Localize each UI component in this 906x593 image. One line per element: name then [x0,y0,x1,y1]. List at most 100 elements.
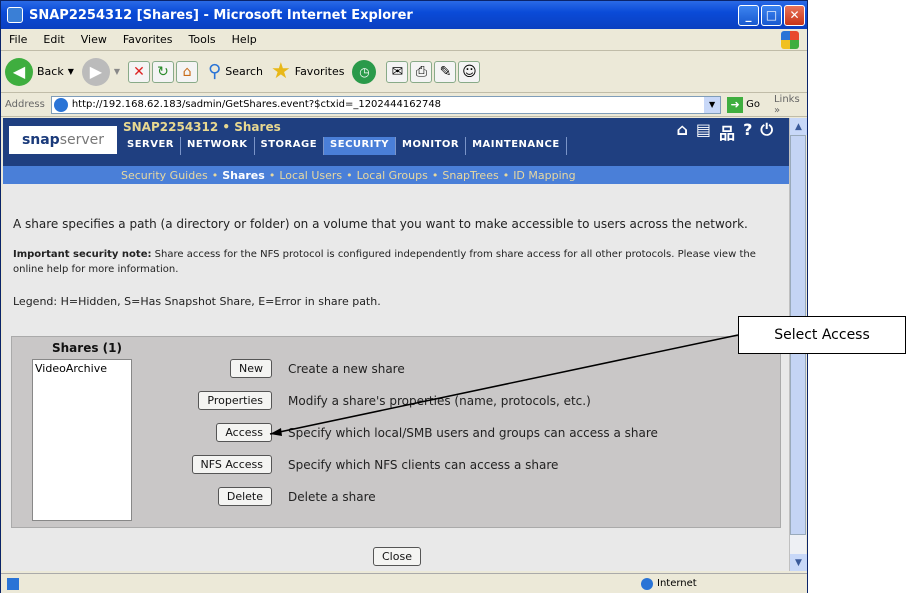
windows-logo-icon [781,31,799,49]
shares-header: Shares (1) [52,341,122,355]
server-icon[interactable]: ▤ [696,120,711,144]
toolbar: ◀ Back ▼ ▶ ▼ ✕ ↻ ⌂ ⚲ Search ★ Favorites … [1,51,807,93]
forward-button[interactable]: ▶ ▼ [81,57,121,86]
menu-file[interactable]: File [1,33,35,46]
sub-nav: Security Guides • Shares • Local Users •… [3,166,789,184]
back-button[interactable]: ◀ Back ▼ [5,57,74,86]
properties-desc: Modify a share's properties (name, proto… [288,393,591,408]
subnav-local-groups[interactable]: Local Groups [357,169,428,182]
search-icon: ⚲ [208,61,222,82]
shares-panel: Shares (1) VideoArchive New Create a new… [11,336,781,528]
refresh-icon[interactable]: ↻ [152,60,175,83]
nav-security[interactable]: SECURITY [324,137,397,155]
messenger-icon[interactable]: ☺ [458,60,481,83]
header-icons: ⌂ ▤ 品 ? ⏻ [668,120,773,144]
links-button[interactable]: Links » [774,94,807,116]
menu-tools[interactable]: Tools [181,33,224,46]
action-row-new: New Create a new share [142,359,742,378]
browser-window: SNAP2254312 [Shares] - Microsoft Interne… [0,0,808,593]
action-row-access: Access Specify which local/SMB users and… [142,423,742,442]
back-arrow-icon: ◀ [5,57,33,86]
subnav-id-mapping[interactable]: ID Mapping [513,169,575,182]
print-icon[interactable]: ⎙ [410,60,433,83]
access-button[interactable]: Access [216,423,272,442]
address-input[interactable]: http://192.168.62.183/sadmin/GetShares.e… [50,95,722,114]
maximize-button[interactable]: □ [761,4,782,26]
action-row-delete: Delete Delete a share [142,487,742,506]
action-row-nfs-access: NFS Access Specify which NFS clients can… [142,455,742,474]
subnav-separator: • [211,168,219,182]
subnav-local-users[interactable]: Local Users [279,169,342,182]
chevron-down-icon: ▼ [67,67,74,76]
logo-light: server [59,132,105,148]
snapserver-logo: snap server [9,126,117,154]
stop-icon[interactable]: ✕ [128,60,151,83]
address-bar: Address http://192.168.62.183/sadmin/Get… [1,93,807,117]
subnav-security-guides[interactable]: Security Guides [121,169,208,182]
nav-monitor[interactable]: MONITOR [396,137,467,155]
nav-server[interactable]: SERVER [121,137,182,155]
search-label: Search [225,65,264,78]
shares-list[interactable]: VideoArchive [32,359,132,521]
menu-favorites[interactable]: Favorites [115,33,181,46]
ie-icon [7,7,23,23]
new-desc: Create a new share [288,361,405,376]
favorites-label: Favorites [294,65,345,78]
delete-desc: Delete a share [288,489,376,504]
minimize-button[interactable]: _ [738,4,759,26]
nfs-access-desc: Specify which NFS clients can access a s… [288,457,559,472]
action-row-properties: Properties Modify a share's properties (… [142,391,742,410]
go-arrow-icon: ➜ [727,96,744,113]
access-desc: Specify which local/SMB users and groups… [288,425,658,440]
nav-network[interactable]: NETWORK [181,137,255,155]
chevron-down-icon: ▼ [113,67,121,76]
help-icon[interactable]: ? [743,120,752,144]
home-icon[interactable]: ⌂ [176,60,199,83]
logo-bold: snap [21,132,60,148]
list-item[interactable]: VideoArchive [35,362,129,375]
new-button[interactable]: New [230,359,272,378]
address-label: Address [5,99,45,110]
menu-view[interactable]: View [73,33,115,46]
annotation-callout: Select Access [738,316,906,354]
edit-icon[interactable]: ✎ [434,60,457,83]
favorites-button[interactable]: ★ Favorites [271,59,344,84]
nav-storage[interactable]: STORAGE [255,137,325,155]
subnav-separator: • [502,168,510,182]
home-icon[interactable]: ⌂ [676,120,687,144]
logout-icon[interactable]: ⏻ [760,120,773,144]
menu-bar: File Edit View Favorites Tools Help [1,29,807,51]
chevron-down-icon[interactable]: ▼ [704,96,721,113]
close-window-button[interactable]: ✕ [784,4,805,26]
security-zone: Internet [641,577,697,590]
scroll-up-icon[interactable]: ▲ [790,118,807,135]
close-button[interactable]: Close [373,547,421,566]
page-title: SNAP2254312 • Shares [123,120,281,134]
note-bold: Important security note: [13,249,152,260]
page-icon [53,97,68,112]
menu-edit[interactable]: Edit [35,33,72,46]
properties-button[interactable]: Properties [198,391,272,410]
nav-maintenance[interactable]: MAINTENANCE [466,137,567,155]
subnav-snaptrees[interactable]: SnapTrees [442,169,498,182]
search-button[interactable]: ⚲ Search [208,61,263,82]
forward-arrow-icon: ▶ [81,57,110,86]
network-icon[interactable]: 品 [719,120,735,144]
subnav-shares[interactable]: Shares [222,169,265,182]
status-bar: Internet [1,573,807,593]
scroll-down-icon[interactable]: ▼ [790,554,807,571]
security-note: Important security note: Share access fo… [3,247,789,277]
page-status-icon [7,577,19,590]
go-label: Go [746,99,760,110]
history-icon[interactable]: ◷ [352,59,377,84]
nfs-access-button[interactable]: NFS Access [191,455,272,474]
delete-button[interactable]: Delete [217,487,272,506]
star-icon: ★ [271,59,291,84]
menu-help[interactable]: Help [224,33,265,46]
mail-icon[interactable]: ✉ [386,60,409,83]
back-label: Back [37,65,64,78]
subnav-separator: • [346,168,353,182]
go-button[interactable]: ➜ Go [727,96,760,113]
page-content: snap server SNAP2254312 • Shares SERVER N… [3,118,789,571]
address-url: http://192.168.62.183/sadmin/GetShares.e… [71,99,442,110]
